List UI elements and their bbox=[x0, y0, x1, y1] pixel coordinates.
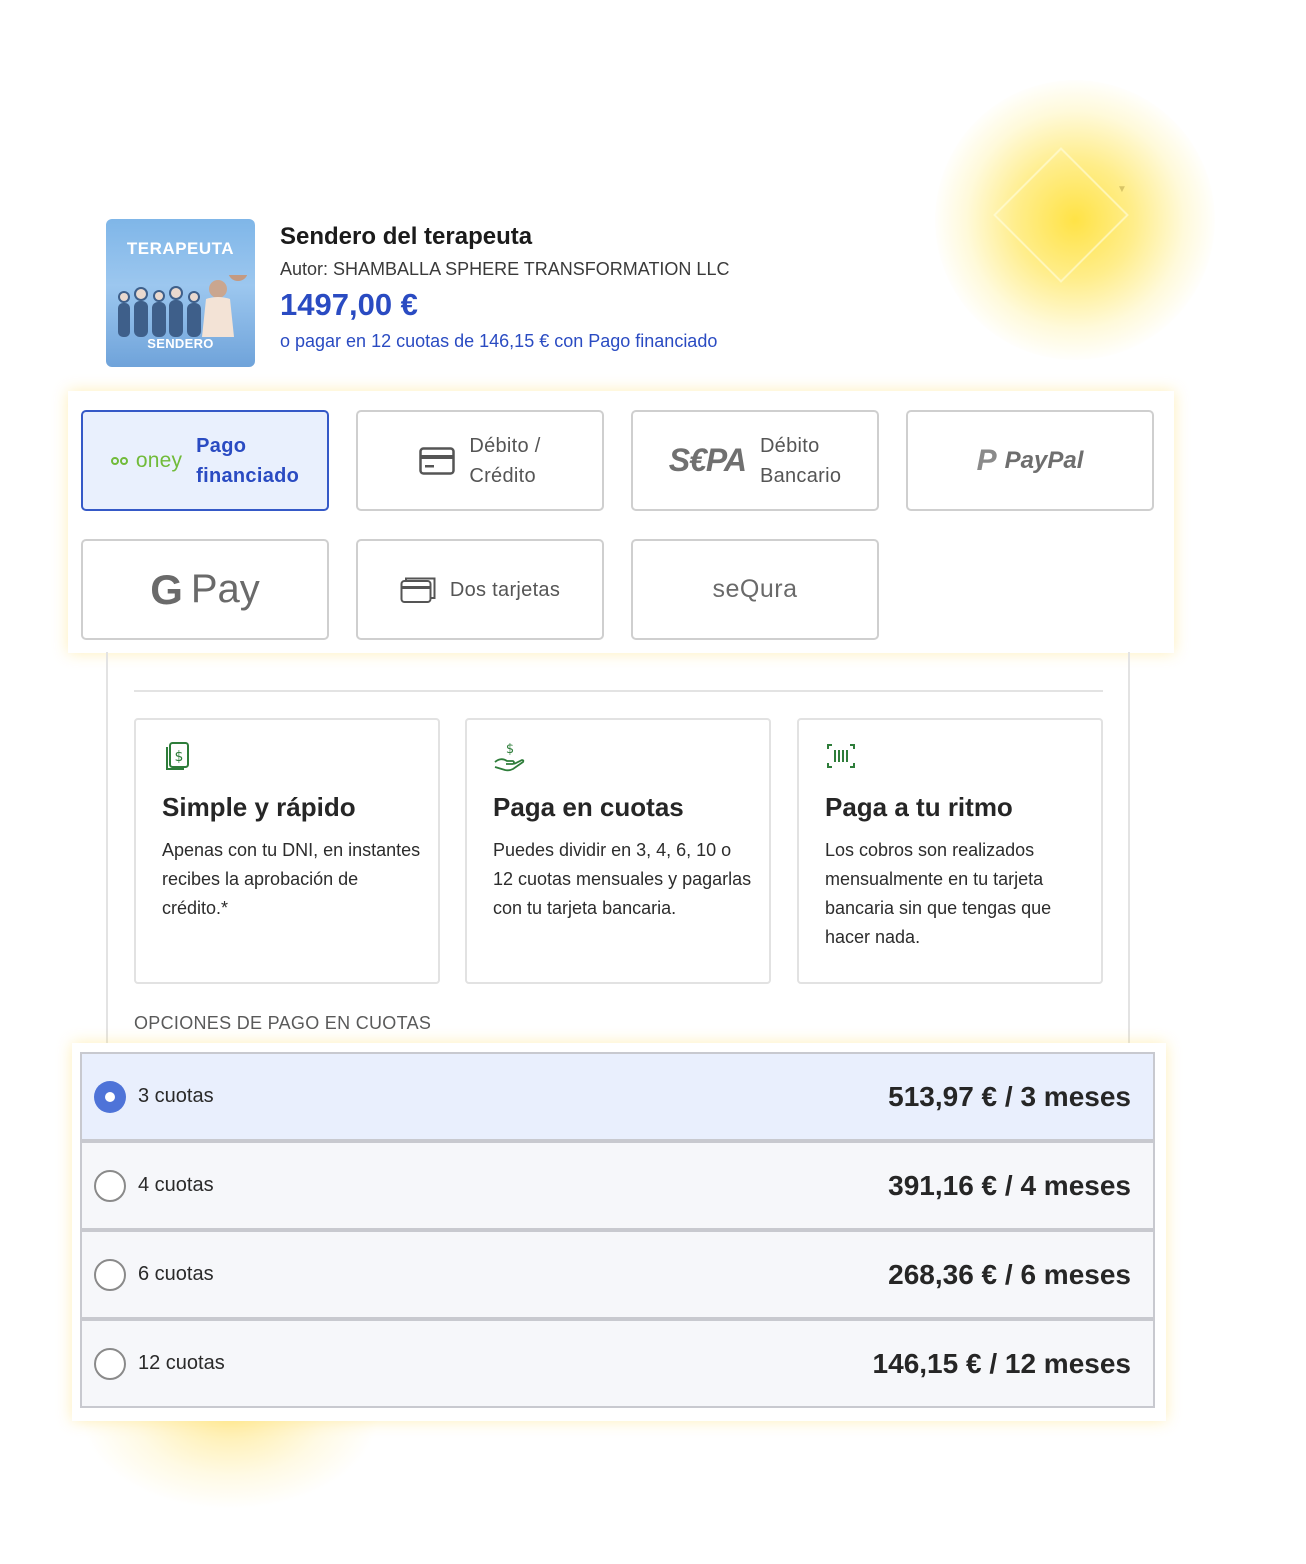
option-amount: 268,36 € / 6 meses bbox=[888, 1258, 1131, 1290]
payment-method-two-cards[interactable]: Dos tarjetas bbox=[356, 539, 604, 640]
feature-title: Paga en cuotas bbox=[493, 792, 684, 822]
method-label: Dos tarjetas bbox=[449, 578, 561, 601]
feature-description: Los cobros son realizados mensualmente e… bbox=[825, 840, 1052, 947]
paypal-logo: P PayPal bbox=[976, 443, 1084, 477]
feature-description: Puedes dividir en 3, 4, 6, 10 o 12 cuota… bbox=[493, 840, 752, 918]
paypal-p-icon: P bbox=[976, 443, 997, 477]
payment-method-paypal[interactable]: P PayPal bbox=[906, 410, 1154, 511]
google-pay-logo: G Pay bbox=[150, 565, 260, 613]
payment-method-card[interactable]: Débito / Crédito bbox=[356, 410, 604, 511]
option-label: 3 cuotas bbox=[138, 1085, 214, 1107]
payment-method-gpay[interactable]: G Pay bbox=[81, 539, 329, 640]
oney-dots-icon bbox=[110, 456, 135, 466]
product-summary: TERAPEUTA SENDERO Sendero del terapeuta … bbox=[106, 219, 926, 369]
credit-card-icon bbox=[419, 446, 456, 475]
option-amount: 513,97 € / 3 meses bbox=[888, 1080, 1131, 1112]
money-document-icon: $ bbox=[166, 742, 189, 770]
installments-section-label: OPCIONES DE PAGO EN CUOTAS bbox=[134, 1013, 432, 1033]
radio-unselected[interactable] bbox=[94, 1347, 126, 1380]
feature-card-pace: Paga a tu ritmo Los cobros son realizado… bbox=[797, 718, 1103, 984]
option-label: 4 cuotas bbox=[138, 1174, 214, 1196]
barcode-scan-icon bbox=[827, 744, 855, 768]
radio-unselected[interactable] bbox=[94, 1169, 126, 1202]
feature-description: Apenas con tu DNI, en instantes recibes … bbox=[162, 840, 421, 918]
feature-card-simple: $ Simple y rápido Apenas con tu DNI, en … bbox=[134, 718, 440, 984]
svg-text:$: $ bbox=[175, 749, 184, 765]
oney-logo: oney bbox=[110, 449, 182, 473]
method-label: Pago bbox=[196, 434, 247, 457]
payment-method-sepa[interactable]: S€PA Débito Bancario bbox=[631, 410, 879, 511]
method-label: Crédito bbox=[469, 464, 536, 487]
method-label: Bancario bbox=[759, 464, 842, 487]
option-amount: 391,16 € / 4 meses bbox=[888, 1169, 1131, 1201]
radio-unselected[interactable] bbox=[94, 1258, 126, 1291]
dropdown-caret-icon: ▼ bbox=[1117, 184, 1127, 195]
financing-text: o pagar en 12 cuotas de 146,15 € con Pag… bbox=[280, 331, 718, 351]
payment-method-oney[interactable]: oney Pago financiado bbox=[81, 410, 329, 511]
feature-title: Simple y rápido bbox=[162, 792, 356, 822]
product-price: 1497,00 € bbox=[280, 287, 418, 322]
method-label: Débito bbox=[759, 434, 820, 457]
radio-selected[interactable] bbox=[94, 1080, 126, 1113]
divider bbox=[134, 690, 1103, 692]
option-label: 6 cuotas bbox=[138, 1263, 214, 1285]
people-illustration bbox=[118, 275, 247, 337]
installment-option-6[interactable]: 6 cuotas 268,36 € / 6 meses bbox=[80, 1230, 1155, 1319]
installment-option-4[interactable]: 4 cuotas 391,16 € / 4 meses bbox=[80, 1141, 1155, 1230]
sequra-logo: seQura bbox=[712, 575, 798, 603]
svg-text:$: $ bbox=[506, 742, 514, 757]
sepa-logo: S€PA bbox=[668, 442, 747, 478]
hand-money-icon: $ bbox=[494, 742, 525, 772]
installment-option-3[interactable]: 3 cuotas 513,97 € / 3 meses bbox=[80, 1052, 1155, 1141]
product-author: Autor: SHAMBALLA SPHERE TRANSFORMATION L… bbox=[280, 259, 730, 279]
payment-method-sequra[interactable]: seQura bbox=[631, 539, 879, 640]
feature-card-installments: $ Paga en cuotas Puedes dividir en 3, 4,… bbox=[465, 718, 771, 984]
method-label: financiado bbox=[196, 464, 300, 487]
thumbnail-subtitle: SENDERO bbox=[147, 336, 214, 351]
product-thumbnail: TERAPEUTA SENDERO bbox=[106, 219, 255, 367]
two-cards-icon bbox=[400, 577, 436, 603]
method-label: Débito / bbox=[469, 434, 541, 457]
option-amount: 146,15 € / 12 meses bbox=[872, 1347, 1131, 1379]
installment-option-12[interactable]: 12 cuotas 146,15 € / 12 meses bbox=[80, 1319, 1155, 1408]
option-label: 12 cuotas bbox=[138, 1352, 225, 1374]
feature-title: Paga a tu ritmo bbox=[825, 792, 1013, 822]
product-title: Sendero del terapeuta bbox=[280, 223, 533, 250]
thumbnail-title: TERAPEUTA bbox=[126, 239, 235, 258]
